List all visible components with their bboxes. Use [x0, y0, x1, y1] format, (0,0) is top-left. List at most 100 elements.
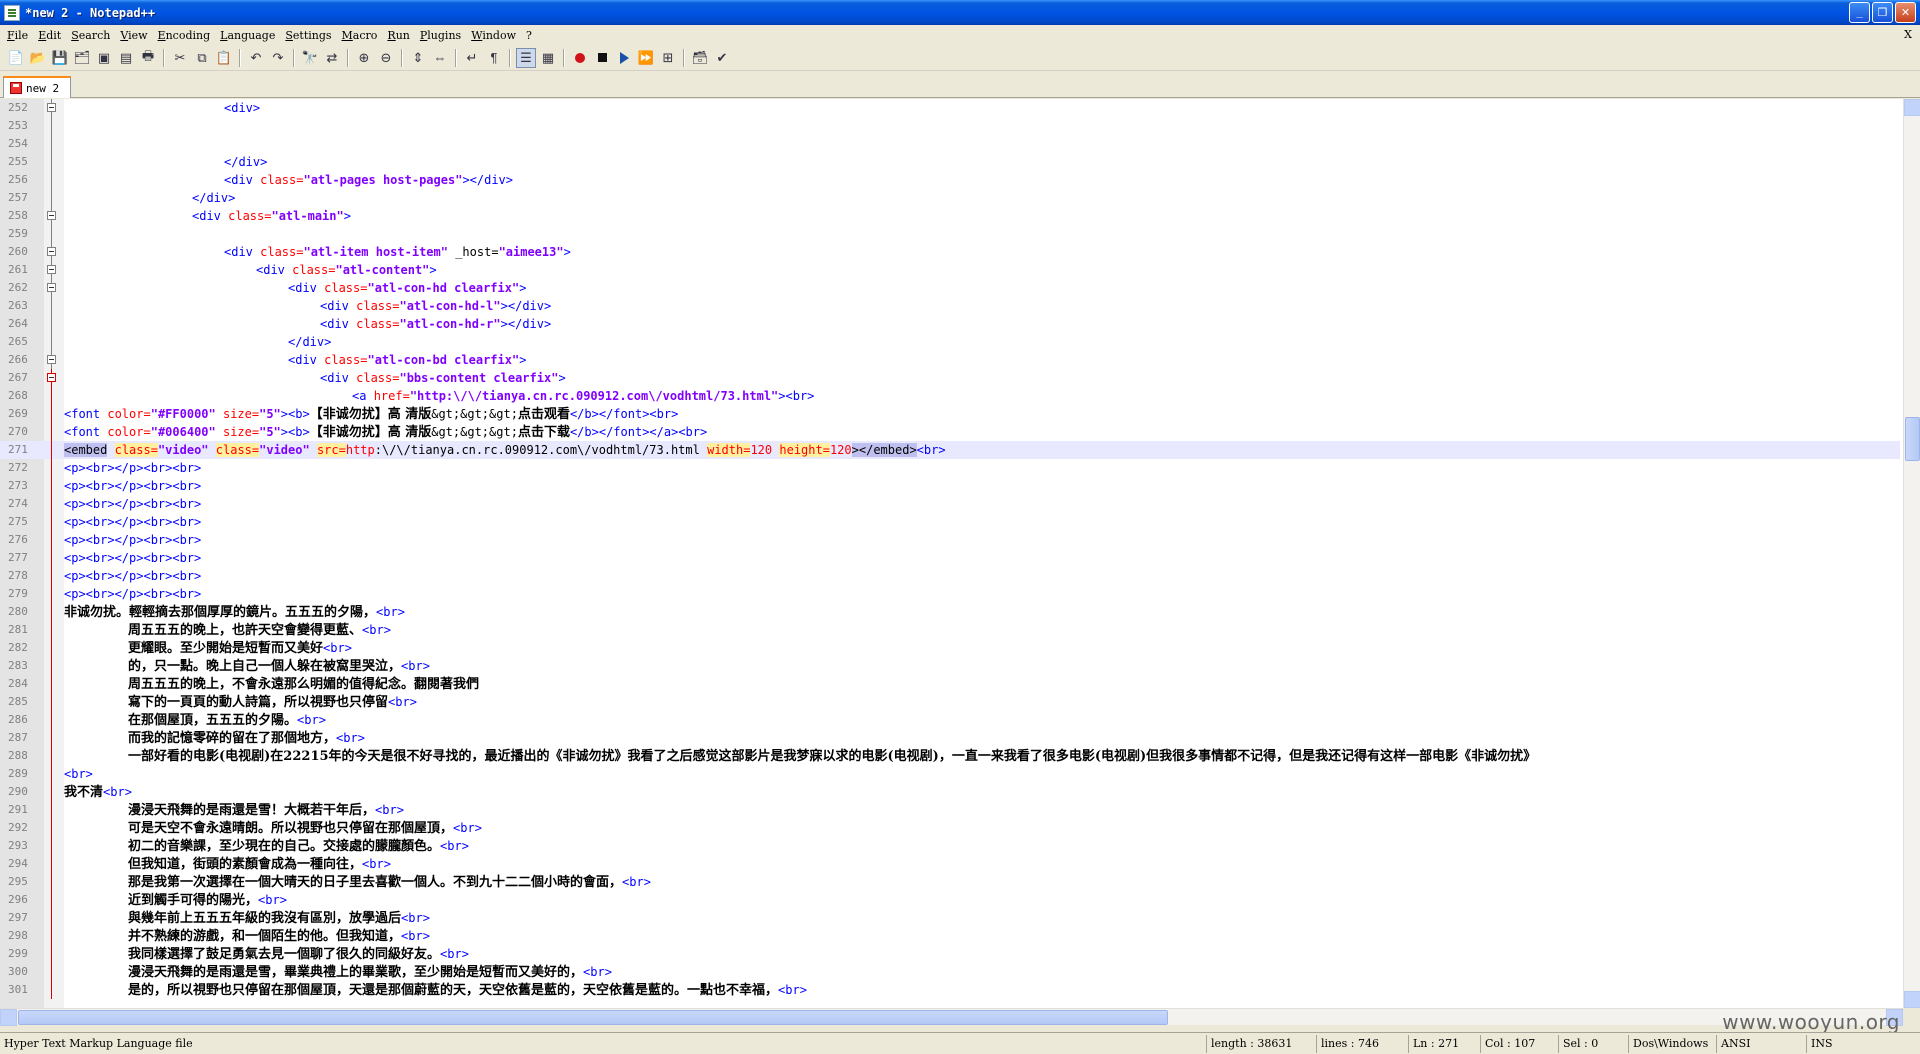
menu-file[interactable]: File [2, 29, 33, 42]
fold-marker[interactable] [40, 117, 64, 135]
fold-marker[interactable] [40, 945, 64, 963]
line-content[interactable]: <div class="atl-pages host-pages"></div> [64, 171, 513, 189]
fold-marker[interactable] [40, 819, 64, 837]
fold-toggle-icon[interactable] [47, 211, 56, 220]
plugin-icon[interactable]: 🗃 [690, 48, 710, 68]
menu-language[interactable]: Language [215, 29, 280, 42]
fold-toggle-icon[interactable] [47, 355, 56, 364]
code-line[interactable]: 270 <font color="#006400" size="5"><b>【非诚… [0, 423, 1900, 441]
code-line[interactable]: 274 <p><br></p><br><br> [0, 495, 1900, 513]
line-content[interactable]: <div class="atl-con-bd clearfix"> [64, 351, 526, 369]
code-line[interactable]: 275 <p><br></p><br><br> [0, 513, 1900, 531]
line-content[interactable]: 并不熟練的游戲，和一個陌生的他。但我知道，<br> [64, 927, 430, 945]
fold-marker[interactable] [40, 981, 64, 999]
fold-marker[interactable] [40, 603, 64, 621]
fold-marker[interactable] [40, 729, 64, 747]
code-line[interactable]: 294 但我知道，街頭的素顏會成為一種向往，<br> [0, 855, 1900, 873]
fold-toggle-icon[interactable] [47, 283, 56, 292]
macro-stop-icon[interactable] [592, 48, 612, 68]
code-line[interactable]: 289 <br> [0, 765, 1900, 783]
code-line[interactable]: 257 </div> [0, 189, 1900, 207]
code-line[interactable]: 285 寫下的一頁頁的動人詩篇，所以視野也只停留<br> [0, 693, 1900, 711]
fold-marker[interactable] [40, 99, 64, 117]
line-content[interactable]: 我同樣選擇了鼓足勇氣去見一個聊了很久的同級好友。<br> [64, 945, 469, 963]
code-line[interactable]: 265 </div> [0, 333, 1900, 351]
fold-marker[interactable] [40, 495, 64, 513]
line-content[interactable]: 但我知道，街頭的素顏會成為一種向往，<br> [64, 855, 391, 873]
code-line[interactable]: 272 <p><br></p><br><br> [0, 459, 1900, 477]
code-line[interactable]: 269 <font color="#FF0000" size="5"><b>【非诚… [0, 405, 1900, 423]
code-line[interactable]: 273 <p><br></p><br><br> [0, 477, 1900, 495]
notepad-plus-plus-app-icon[interactable] [4, 4, 20, 21]
horizontal-scroll-thumb[interactable] [18, 1010, 1168, 1025]
menu-settings[interactable]: Settings [280, 29, 336, 42]
vertical-scrollbar[interactable] [1903, 99, 1920, 1008]
fold-marker[interactable] [40, 747, 64, 765]
fold-marker[interactable] [40, 189, 64, 207]
code-line[interactable]: 292 可是天空不會永遠晴朗。所以視野也只停留在那個屋頂，<br> [0, 819, 1900, 837]
line-content[interactable]: 的，只一點。晚上自己一個人躲在被窩里哭泣，<br> [64, 657, 430, 675]
fold-marker[interactable] [40, 585, 64, 603]
line-content[interactable]: <font color="#006400" size="5"><b>【非诚勿扰】… [64, 423, 707, 441]
redo-icon[interactable]: ↷ [268, 48, 288, 68]
fold-marker[interactable] [40, 315, 64, 333]
menu-search[interactable]: Search [66, 29, 115, 42]
code-line[interactable]: 254 [0, 135, 1900, 153]
fold-marker[interactable] [40, 567, 64, 585]
code-line[interactable]: 276 <p><br></p><br><br> [0, 531, 1900, 549]
fold-marker[interactable] [40, 261, 64, 279]
menu-edit[interactable]: Edit [33, 29, 66, 42]
macro-record-icon[interactable] [570, 48, 590, 68]
fold-marker[interactable] [40, 351, 64, 369]
code-line[interactable]: 253 [0, 117, 1900, 135]
fold-marker[interactable] [40, 765, 64, 783]
code-line[interactable]: 299 我同樣選擇了鼓足勇氣去見一個聊了很久的同級好友。<br> [0, 945, 1900, 963]
line-content[interactable]: 一部好看的电影(电视剧)在22215年的今天是很不好寻找的，最近播出的《非诚勿扰… [64, 747, 1536, 765]
code-line[interactable]: 295 那是我第一次選擇在一個大晴天的日子里去喜歡一個人。不到九十二二個小時的會面… [0, 873, 1900, 891]
code-line[interactable]: 300 漫浸天飛舞的是雨還是雪，畢業典禮上的畢業歌，至少開始是短暫而又美好的，<b… [0, 963, 1900, 981]
vertical-scroll-thumb[interactable] [1905, 417, 1920, 461]
line-content[interactable]: <div> [64, 99, 260, 117]
menu-run[interactable]: Run [382, 29, 414, 42]
code-line[interactable]: 256 <div class="atl-pages host-pages"></d… [0, 171, 1900, 189]
line-content[interactable]: 更耀眼。至少開始是短暫而又美好<br> [64, 639, 352, 657]
code-line[interactable]: 268 <a href="http:\/\/tianya.cn.rc.090912… [0, 387, 1900, 405]
scroll-down-arrow[interactable] [1904, 991, 1920, 1008]
code-line[interactable]: 259 [0, 225, 1900, 243]
line-content[interactable]: <div class="atl-con-hd-r"></div> [64, 315, 551, 333]
code-line[interactable]: 260 <div class="atl-item host-item" _host… [0, 243, 1900, 261]
zoom-in-icon[interactable]: ⊕ [354, 48, 374, 68]
fold-marker[interactable] [40, 171, 64, 189]
menu-encoding[interactable]: Encoding [153, 29, 216, 42]
sync-vertical-icon[interactable]: ⇕ [408, 48, 428, 68]
code-line[interactable]: 293 初二的音樂課，至少現在的自己。交接處的朦朧顏色。<br> [0, 837, 1900, 855]
fold-marker[interactable] [40, 549, 64, 567]
code-line[interactable]: 288 一部好看的电影(电视剧)在22215年的今天是很不好寻找的，最近播出的《非… [0, 747, 1900, 765]
code-line[interactable]: 296 近到觸手可得的陽光，<br> [0, 891, 1900, 909]
fold-marker[interactable] [40, 927, 64, 945]
code-line[interactable]: 290 我不清<br> [0, 783, 1900, 801]
indent-guide-icon[interactable]: ☰ [516, 47, 536, 68]
code-line[interactable]: 261 <div class="atl-content"> [0, 261, 1900, 279]
find-icon[interactable]: 🔭 [300, 48, 320, 68]
code-line[interactable]: 282 更耀眼。至少開始是短暫而又美好<br> [0, 639, 1900, 657]
close-button[interactable]: ✕ [1895, 2, 1916, 23]
line-content[interactable]: <div class="atl-content"> [64, 261, 437, 279]
fold-marker[interactable] [40, 837, 64, 855]
undo-icon[interactable]: ↶ [246, 48, 266, 68]
line-content[interactable]: <br> [64, 765, 93, 783]
fold-marker[interactable] [40, 711, 64, 729]
code-line[interactable]: 263 <div class="atl-con-hd-l"></div> [0, 297, 1900, 315]
line-content[interactable]: 我不清<br> [64, 783, 132, 801]
scroll-left-arrow[interactable] [0, 1009, 17, 1026]
code-line[interactable]: 262 <div class="atl-con-hd clearfix"> [0, 279, 1900, 297]
menu-macro[interactable]: Macro [337, 29, 383, 42]
fold-marker[interactable] [40, 675, 64, 693]
line-content[interactable]: <embed class="video" class="video" src=h… [64, 441, 946, 459]
line-content[interactable]: <div class="atl-item host-item" _host="a… [64, 243, 571, 261]
line-content[interactable]: <p><br></p><br><br> [64, 531, 201, 549]
line-content[interactable]: 與幾年前上五五五年級的我沒有區別，放學過后<br> [64, 909, 430, 927]
fold-marker[interactable] [40, 297, 64, 315]
code-lines[interactable]: 252 <div> 253 254 255 </div> 256 <div class="at… [0, 99, 1900, 999]
menu-plugins[interactable]: Plugins [415, 29, 466, 42]
